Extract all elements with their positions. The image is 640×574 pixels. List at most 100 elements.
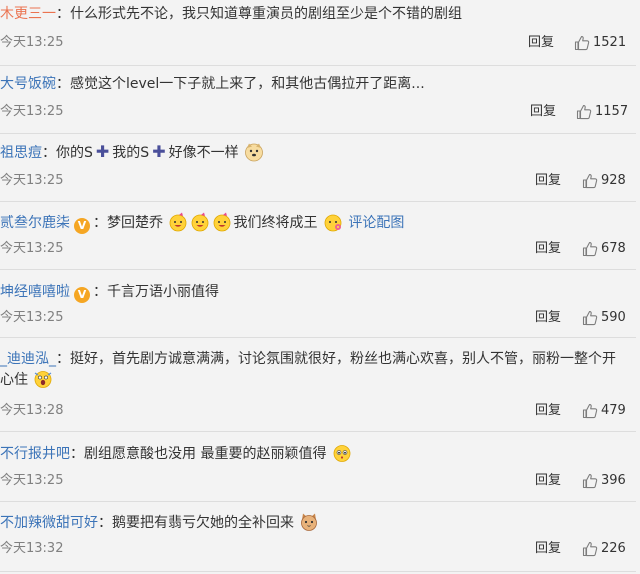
like-button[interactable]: 226 <box>582 539 626 559</box>
comment-time: 今天13:25 <box>0 473 64 488</box>
comment-item: 大号饭碗：感觉这个level一下子就上来了，和其他古偶拉开了距离... 今天13… <box>0 65 636 134</box>
comment-content: 梦回楚乔 <box>107 215 163 231</box>
comment-item: 木更三一：什么形式先不论，我只知道尊重演员的剧组至少是个不错的剧组 今天13:2… <box>0 0 636 66</box>
comment-text-line: 不加辣微甜可好：鹅要把有翡亏欠她的全补回来 <box>0 512 624 533</box>
comment-content: 什么形式先不论，我只知道尊重演员的剧组至少是个不错的剧组 <box>70 6 462 22</box>
comment-colon: ： <box>56 76 70 92</box>
comment-content: 鹅要把有翡亏欠她的全补回来 <box>112 515 294 531</box>
thumbs-up-icon <box>582 174 598 189</box>
comment-meta: 今天13:32 回复 226 <box>0 538 636 560</box>
comment-content: 剧组愿意酸也没用 最重要的赵丽颖值得 <box>84 446 327 462</box>
flower-face-emoji-icon <box>324 214 342 232</box>
vip-badge-icon: V <box>74 287 90 303</box>
like-button[interactable]: 678 <box>582 239 626 259</box>
comment-time: 今天13:28 <box>0 403 64 418</box>
like-button[interactable]: 1521 <box>574 33 626 53</box>
comment-text-line: 贰叁尔鹿柒 V ：梦回楚乔 我们终将成王 评论配图 <box>0 212 624 234</box>
comment-colon: ： <box>70 446 84 462</box>
reply-button[interactable]: 回复 <box>530 103 556 121</box>
thumbs-up-icon <box>576 105 592 120</box>
comment-text-line: 木更三一：什么形式先不论，我只知道尊重演员的剧组至少是个不错的剧组 <box>0 4 624 24</box>
comment-content: 你的S <box>56 145 93 161</box>
reply-button[interactable]: 回复 <box>528 34 554 52</box>
like-count: 479 <box>601 403 626 418</box>
comment-content: 好像不一样 <box>168 145 239 161</box>
plus-icon: ✚ <box>95 142 110 161</box>
like-button[interactable]: 1157 <box>576 102 628 122</box>
reply-button[interactable]: 回复 <box>535 172 561 190</box>
party-face-emoji-icon <box>192 212 209 232</box>
comment-text-line: 坤经嘻嘻啦 V ：千言万语小丽值得 <box>0 282 624 303</box>
comment-content: 千言万语小丽值得 <box>107 284 219 300</box>
comment-content: 挺好，首先剧方诚意满满，讨论氛围就很好，粉丝也满心欢喜，别人不管，丽粉一整个开心… <box>0 351 616 388</box>
comment-colon: ： <box>93 284 107 300</box>
comment-colon: ： <box>56 351 70 367</box>
comment-meta: 今天13:28 回复 479 <box>0 400 636 422</box>
shocked-face-emoji-icon <box>35 371 52 388</box>
comment-text-line: 祖思痘：你的S ✚ 我的S ✚ 好像不一样 <box>0 142 624 163</box>
like-count: 1521 <box>593 35 627 50</box>
comment-meta: 今天13:25 回复 1521 <box>0 32 636 54</box>
like-count: 226 <box>601 541 626 556</box>
comment-colon: ： <box>93 215 107 231</box>
comment-meta: 今天13:25 回复 1157 <box>0 101 636 123</box>
comment-colon: ： <box>42 145 56 161</box>
like-button[interactable]: 396 <box>582 471 626 491</box>
comment-username[interactable]: 大号饭碗 <box>0 76 56 92</box>
like-count: 396 <box>601 473 626 488</box>
comment-time: 今天13:25 <box>0 104 64 119</box>
comment-time: 今天13:32 <box>0 541 64 556</box>
comment-time: 今天13:25 <box>0 173 64 188</box>
comment-meta: 今天13:25 回复 928 <box>0 170 636 192</box>
like-count: 590 <box>601 310 626 325</box>
comment-content: 我的S <box>112 145 150 161</box>
comment-content: 我们终将成王 <box>233 215 318 231</box>
comment-item: 不行报井吧：剧组愿意酸也没用 最重要的赵丽颖值得 今天13:25 回复 396 <box>0 431 636 502</box>
comment-username[interactable]: 贰叁尔鹿柒 <box>0 215 70 231</box>
comment-time: 今天13:25 <box>0 241 64 256</box>
comment-item: 坤经嘻嘻啦 V ：千言万语小丽值得 今天13:25 回复 590 <box>0 269 636 338</box>
comment-username[interactable]: 祖思痘 <box>0 145 42 161</box>
thumbs-up-icon <box>574 36 590 51</box>
comment-item: 不加辣微甜可好：鹅要把有翡亏欠她的全补回来 今天13:32 回复 226 <box>0 501 636 572</box>
thumbs-up-icon <box>582 404 598 419</box>
comment-username[interactable]: 不加辣微甜可好 <box>0 515 98 531</box>
comment-colon: ： <box>56 6 70 22</box>
thumbs-up-icon <box>582 311 598 326</box>
like-button[interactable]: 590 <box>582 308 626 328</box>
comment-meta: 今天13:25 回复 590 <box>0 307 636 329</box>
thumbs-up-icon <box>582 242 598 257</box>
comment-item: 贰叁尔鹿柒 V ：梦回楚乔 我们终将成王 评论配图 今天13:25 回复 678 <box>0 201 636 270</box>
comment-item: 祖思痘：你的S ✚ 我的S ✚ 好像不一样 今天13:25 回复 928 <box>0 133 636 202</box>
thumbs-up-icon <box>582 474 598 489</box>
pleading-face-emoji-icon <box>333 445 351 462</box>
reply-button[interactable]: 回复 <box>535 309 561 327</box>
thumbs-up-icon <box>582 542 598 557</box>
vip-badge-icon: V <box>74 218 90 234</box>
like-button[interactable]: 479 <box>582 401 626 421</box>
comment-username[interactable]: 坤经嘻嘻啦 <box>0 284 70 300</box>
comment-colon: ： <box>98 515 112 531</box>
like-count: 1157 <box>595 104 629 119</box>
comment-username[interactable]: _迪迪泓_ <box>0 351 56 367</box>
comment-username[interactable]: 木更三一 <box>0 6 56 22</box>
plus-icon: ✚ <box>152 142 166 161</box>
like-count: 678 <box>601 241 626 256</box>
like-button[interactable]: 928 <box>582 171 626 191</box>
comment-username[interactable]: 不行报井吧 <box>0 446 70 462</box>
comment-meta: 今天13:25 回复 396 <box>0 470 636 492</box>
reply-button[interactable]: 回复 <box>535 240 561 258</box>
comment-text-line: 不行报井吧：剧组愿意酸也没用 最重要的赵丽颖值得 <box>0 443 624 464</box>
comment-time: 今天13:25 <box>0 35 64 50</box>
doge-emoji-icon <box>245 143 263 162</box>
like-count: 928 <box>601 173 626 188</box>
cat-face-emoji-icon <box>301 513 318 531</box>
comment-item: _迪迪泓_：挺好，首先剧方诚意满满，讨论氛围就很好，粉丝也满心欢喜，别人不管，丽… <box>0 337 636 432</box>
reply-button[interactable]: 回复 <box>535 472 561 490</box>
party-face-emoji-icon <box>170 212 187 232</box>
comment-meta: 今天13:25 回复 678 <box>0 238 636 260</box>
comment-list: 木更三一：什么形式先不论，我只知道尊重演员的剧组至少是个不错的剧组 今天13:2… <box>0 0 640 574</box>
reply-button[interactable]: 回复 <box>535 540 561 558</box>
comment-image-link[interactable]: 评论配图 <box>348 215 404 231</box>
reply-button[interactable]: 回复 <box>535 402 561 420</box>
